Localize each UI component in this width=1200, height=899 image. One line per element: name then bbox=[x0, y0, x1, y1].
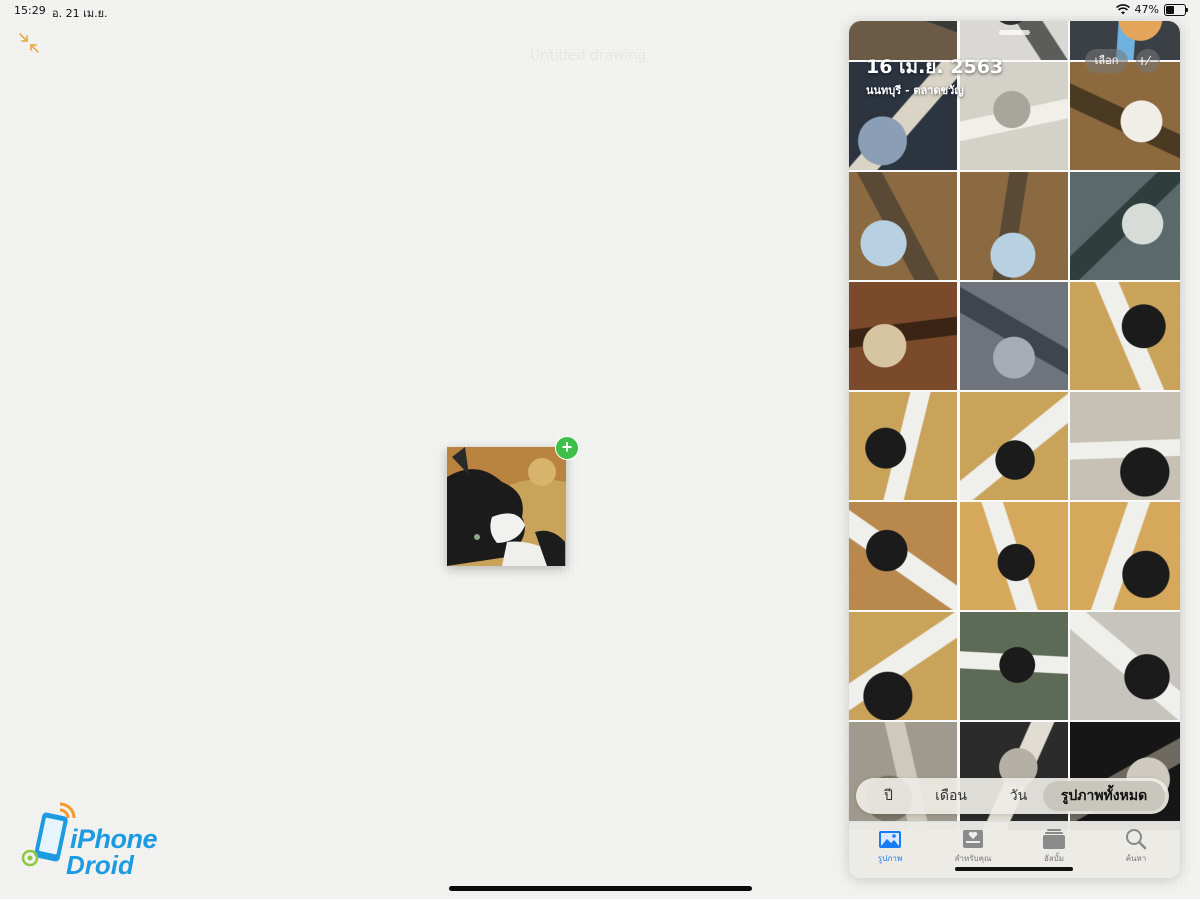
search-icon bbox=[1126, 829, 1147, 850]
home-indicator[interactable] bbox=[449, 886, 752, 891]
battery-percent: 47% bbox=[1134, 3, 1159, 16]
tab-for-you-label: สำหรับคุณ bbox=[954, 854, 992, 863]
tab-search[interactable]: ค้นหา bbox=[1101, 828, 1171, 865]
battery-icon bbox=[1164, 3, 1188, 16]
photo-thumbnail[interactable] bbox=[849, 612, 957, 720]
photos-location[interactable]: นนทบุรี - ตลาดขวัญ bbox=[866, 81, 964, 99]
photo-thumbnail[interactable] bbox=[960, 502, 1068, 610]
status-indicators: 47% bbox=[1115, 3, 1188, 16]
status-bar: 15:29 อ. 21 เม.ย. 47% bbox=[0, 0, 1200, 20]
add-badge-icon: + bbox=[555, 436, 579, 460]
dragged-photo[interactable] bbox=[447, 447, 566, 566]
canvas-ghost-title: Untitled drawing bbox=[530, 48, 647, 64]
panel-home-indicator[interactable] bbox=[955, 867, 1073, 871]
segment-months[interactable]: เดือน bbox=[921, 778, 981, 814]
segment-all-photos[interactable]: รูปภาพทั้งหมด bbox=[1043, 781, 1165, 811]
photo-thumbnail[interactable] bbox=[960, 172, 1068, 280]
albums-icon bbox=[1043, 829, 1065, 849]
photo-thumbnail[interactable] bbox=[960, 282, 1068, 390]
for-you-icon bbox=[963, 830, 983, 848]
photo-thumbnail[interactable] bbox=[1070, 612, 1180, 720]
tab-for-you[interactable]: สำหรับคุณ bbox=[938, 828, 1008, 865]
photo-thumbnail[interactable] bbox=[1070, 392, 1180, 500]
photos-date-heading: 16 เม.ย. 2563 bbox=[866, 56, 1004, 78]
tab-search-label: ค้นหา bbox=[1125, 854, 1147, 863]
photo-thumbnail[interactable] bbox=[960, 392, 1068, 500]
wifi-icon bbox=[1115, 4, 1130, 15]
tab-photos-label: รูปภาพ bbox=[877, 854, 903, 863]
photo-thumbnail[interactable] bbox=[960, 612, 1068, 720]
iphonedroid-logo: iPhone Droid bbox=[18, 800, 168, 880]
photos-icon bbox=[879, 831, 901, 848]
tab-albums[interactable]: อัลบั้ม bbox=[1019, 828, 1089, 865]
photo-thumbnail[interactable] bbox=[849, 502, 957, 610]
status-time: 15:29 bbox=[14, 4, 46, 17]
photo-thumbnail[interactable] bbox=[849, 172, 957, 280]
tab-albums-label: อัลบั้ม bbox=[1043, 854, 1065, 863]
segment-years[interactable]: ปี bbox=[866, 778, 911, 814]
photos-slide-over-panel[interactable]: 16 เม.ย. 2563 นนทบุรี - ตลาดขวัญ เลือก +… bbox=[849, 21, 1180, 878]
photo-thumbnail[interactable] bbox=[1070, 62, 1180, 170]
photo-thumbnail[interactable] bbox=[1070, 282, 1180, 390]
collapse-icon[interactable] bbox=[18, 32, 40, 54]
status-date: อ. 21 เม.ย. bbox=[52, 7, 108, 20]
zoom-toggle-button[interactable]: +⁄− bbox=[1136, 49, 1160, 73]
cat-photo-image bbox=[447, 447, 566, 566]
view-segmented-control: ปี เดือน วัน รูปภาพทั้งหมด bbox=[856, 778, 1169, 814]
photo-thumbnail[interactable] bbox=[1070, 172, 1180, 280]
photo-thumbnail[interactable] bbox=[849, 392, 957, 500]
logo-text-line2: Droid bbox=[66, 850, 134, 880]
photo-thumbnail[interactable] bbox=[1070, 502, 1180, 610]
photo-thumbnail[interactable] bbox=[849, 282, 957, 390]
select-button[interactable]: เลือก bbox=[1085, 49, 1128, 73]
tab-photos[interactable]: รูปภาพ bbox=[855, 828, 925, 865]
segment-days[interactable]: วัน bbox=[991, 778, 1046, 814]
panel-grab-handle[interactable] bbox=[999, 30, 1030, 35]
